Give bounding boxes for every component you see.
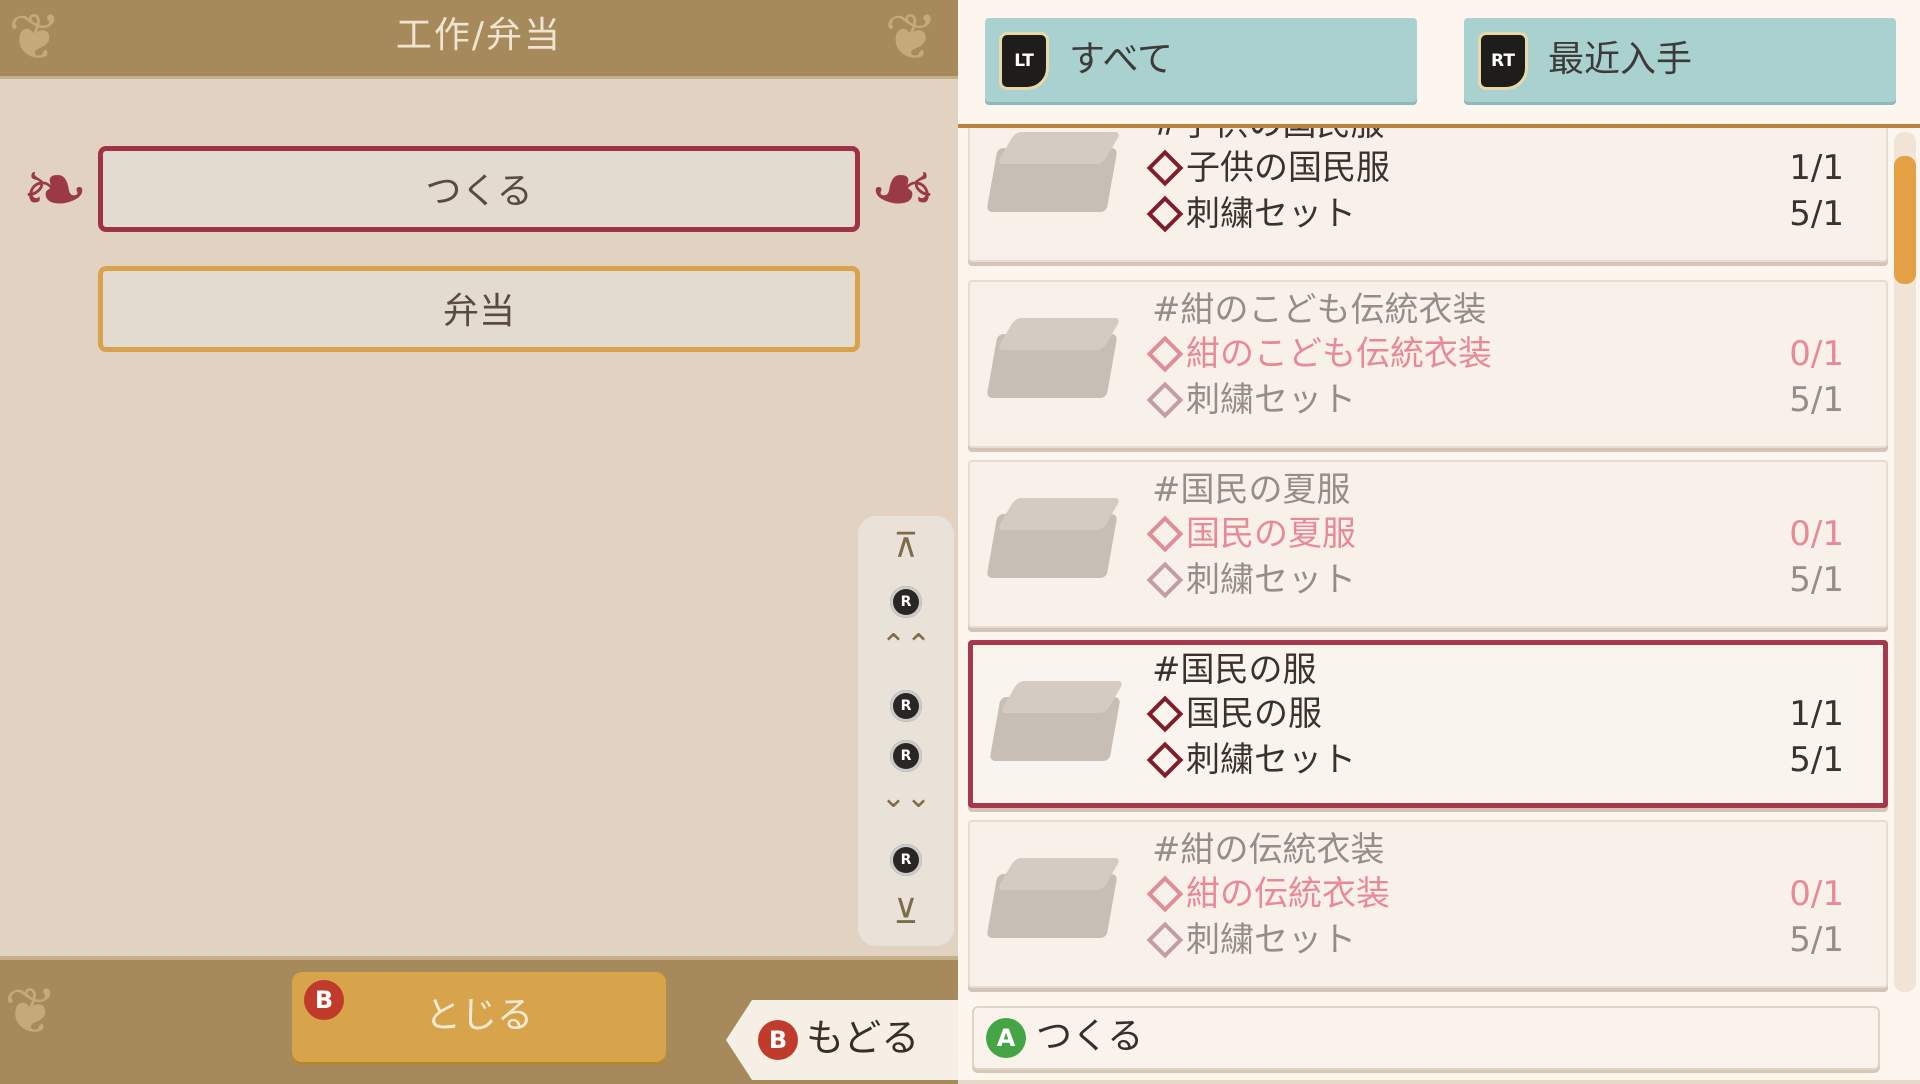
rstick-left-icon: R (890, 690, 922, 722)
recipe-title: #子供の国民服 (1152, 128, 1385, 146)
rstick-up-icon: R (890, 586, 922, 618)
material-row: 国民の服 1/1 (1144, 692, 1844, 736)
diamond-icon (1146, 335, 1184, 373)
scroll-legend: ⊼ R ⌃⌃ R R ⌄⌄ R ⊻ (858, 516, 954, 946)
diamond-icon (1146, 561, 1184, 599)
diamond-icon (1146, 195, 1184, 233)
tab-all[interactable]: LT すべて (985, 18, 1417, 102)
menu-bento-button[interactable]: 弁当 (98, 266, 860, 352)
diamond-icon (1146, 921, 1184, 959)
diamond-icon (1146, 381, 1184, 419)
page-up-icon: ⌃⌃ (880, 628, 932, 663)
material-row: 紺の伝統衣装 0/1 (1144, 872, 1844, 916)
diamond-icon (1146, 149, 1184, 187)
recipe-item[interactable]: #紺のこども伝統衣装 紺のこども伝統衣装 0/1 刺繍セット 5/1 (968, 280, 1888, 448)
tab-label: すべて (1069, 39, 1174, 80)
material-row: 刺繍セット 5/1 (1144, 918, 1844, 962)
flourish-left-icon: ❧ (21, 143, 89, 236)
rstick-right-icon: R (890, 740, 922, 772)
item-box-icon (986, 316, 1122, 402)
material-row: 刺繍セット 5/1 (1144, 558, 1844, 602)
tab-label: 最近入手 (1548, 39, 1693, 80)
b-button-icon: B (758, 1020, 798, 1060)
make-button[interactable]: A つくる (972, 1006, 1880, 1070)
material-row: 刺繍セット 5/1 (1144, 192, 1844, 236)
rstick-down-icon: R (890, 844, 922, 876)
scroll-top-icon: ⊼ (893, 526, 919, 566)
diamond-icon (1146, 741, 1184, 779)
ornament-footer-icon: ❦ (4, 975, 58, 1049)
recipe-item-selected[interactable]: #国民の服 国民の服 1/1 刺繍セット 5/1 (968, 640, 1888, 808)
item-box-icon (986, 130, 1122, 216)
recipe-title: #国民の服 (1152, 650, 1317, 690)
a-button-icon: A (986, 1018, 1026, 1058)
material-row: 刺繍セット 5/1 (1144, 738, 1844, 782)
material-row: 紺のこども伝統衣装 0/1 (1144, 332, 1844, 376)
menu-make-button[interactable]: つくる (98, 146, 860, 232)
diamond-icon (1146, 515, 1184, 553)
b-button-icon: B (304, 980, 344, 1020)
recipe-item[interactable]: #子供の国民服 子供の国民服1/1 刺繍セット5/1 (968, 128, 1888, 262)
recipe-title: #国民の夏服 (1152, 470, 1351, 510)
scroll-bottom-icon: ⊻ (893, 892, 919, 932)
recipe-title: #紺のこども伝統衣装 (1152, 290, 1487, 330)
item-box-icon (989, 679, 1125, 765)
flourish-right-icon: ❧ (869, 143, 937, 236)
recipe-list[interactable]: #子供の国民服 子供の国民服1/1 刺繍セット5/1 #紺のこども伝統衣装 紺の… (958, 128, 1898, 994)
material-row: 国民の夏服 0/1 (1144, 512, 1844, 556)
item-box-icon (986, 496, 1122, 582)
lt-button-icon: LT (999, 32, 1049, 90)
item-box-icon (986, 856, 1122, 942)
material-row: 刺繍セット 5/1 (1144, 378, 1844, 422)
page-down-icon: ⌄⌄ (880, 780, 932, 815)
material-row: 子供の国民服 1/1 (1144, 146, 1844, 190)
recipe-item[interactable]: #紺の伝統衣装 紺の伝統衣装 0/1 刺繍セット 5/1 (968, 820, 1888, 988)
panel-title: 工作/弁当 (395, 15, 563, 56)
make-label: つくる (1036, 1016, 1144, 1057)
scrollbar-thumb[interactable] (1894, 156, 1916, 284)
recipe-item[interactable]: #国民の夏服 国民の夏服 0/1 刺繍セット 5/1 (968, 460, 1888, 628)
close-label: とじる (424, 995, 533, 1036)
diamond-icon (1146, 875, 1184, 913)
back-label: もどる (806, 1016, 920, 1060)
recipe-title: #紺の伝統衣装 (1152, 830, 1385, 870)
close-button[interactable]: B とじる (292, 972, 666, 1062)
diamond-icon (1146, 695, 1184, 733)
tab-recent[interactable]: RT 最近入手 (1464, 18, 1896, 102)
rt-button-icon: RT (1478, 32, 1528, 90)
